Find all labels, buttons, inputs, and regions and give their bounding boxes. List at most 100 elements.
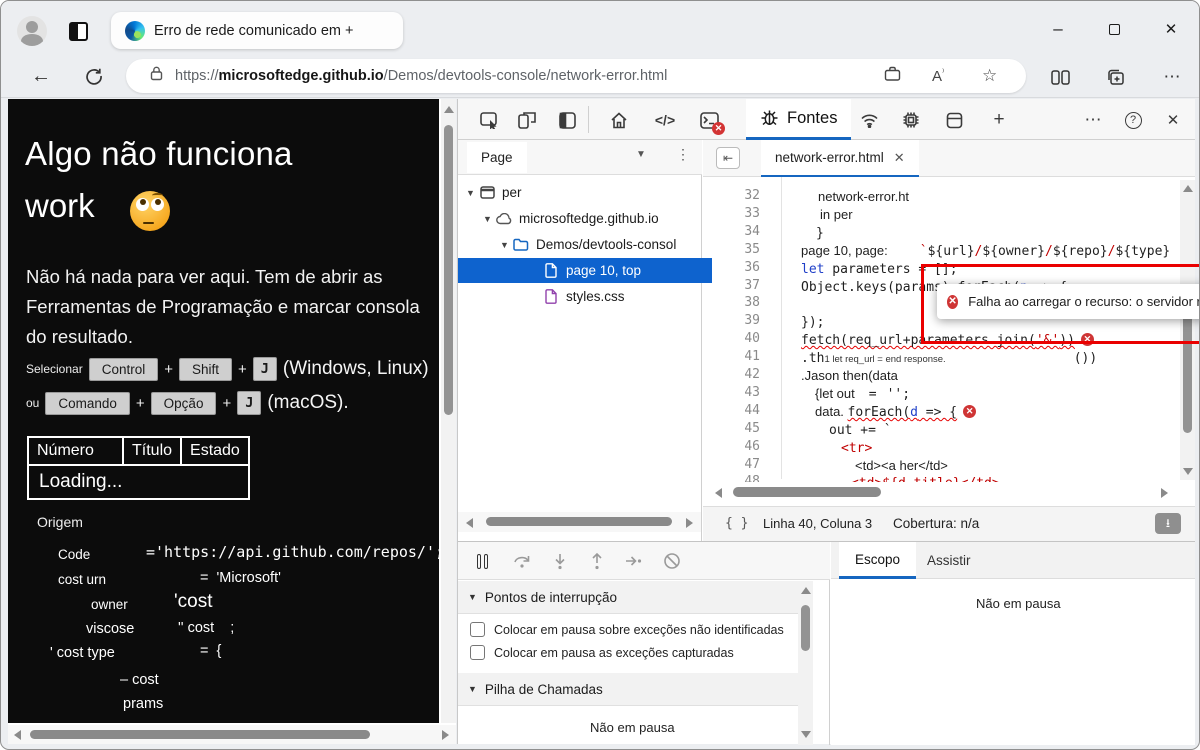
scroll-left-arrow[interactable] [715, 488, 722, 498]
help-icon[interactable]: ? [1120, 107, 1146, 133]
code-area[interactable]: 32 network-error.ht 33 in per 34} 35 page 10, … [703, 140, 1196, 541]
scroll-down-arrow[interactable] [1183, 468, 1193, 475]
home-icon[interactable] [606, 107, 632, 133]
editor-vscrollbar-thumb[interactable] [1183, 308, 1192, 433]
scroll-right-arrow[interactable] [686, 518, 693, 528]
code-line-35[interactable]: 35 page 10, page: `${url}/${owner}/${repo}… [703, 242, 1195, 260]
more-tabs-icon[interactable]: + [986, 107, 1012, 133]
tree-item-page-10-top[interactable]: page 10, top [458, 258, 712, 283]
tab-escopo[interactable]: Escopo [839, 542, 917, 579]
line-number[interactable]: 44 [703, 403, 760, 418]
code-line-42[interactable]: 42 .Jason then(data [703, 367, 1195, 385]
scroll-up-arrow[interactable] [801, 587, 811, 594]
step-over-icon[interactable] [510, 549, 534, 573]
elements-tab-icon[interactable]: </> [652, 107, 678, 133]
checkbox[interactable] [470, 622, 485, 637]
code-line-34[interactable]: 34} [703, 224, 1195, 242]
page-hscrollbar-thumb[interactable] [30, 730, 370, 739]
line-number[interactable]: 32 [703, 188, 760, 203]
expand-arrow-icon[interactable]: ▼ [500, 240, 512, 250]
code-line-41[interactable]: 41 .th1 let req_url = end response. ()) [703, 349, 1195, 367]
console-tab-icon[interactable]: ✕ [696, 107, 725, 135]
activity-bar-icon[interactable] [554, 107, 580, 133]
tab-assistir[interactable]: Assistir [911, 542, 987, 579]
browser-tab[interactable]: Erro de rede comunicado em + [111, 12, 403, 49]
page-horizontal-scrollbar[interactable] [8, 725, 456, 744]
split-screen-icon[interactable] [1047, 64, 1073, 90]
chevron-down-icon[interactable]: ▼ [636, 149, 646, 160]
profile-avatar[interactable] [17, 16, 47, 46]
back-button[interactable]: ← [28, 63, 54, 89]
page-dropdown[interactable]: Page [467, 142, 527, 173]
pretty-print-icon[interactable]: { } [725, 516, 748, 531]
download-button[interactable]: ⭳ [1155, 513, 1181, 534]
step-icon[interactable] [622, 549, 646, 573]
scroll-right-arrow[interactable] [442, 730, 449, 740]
url-bar[interactable]: https://microsoftedge.github.io/Demos/de… [126, 59, 1026, 93]
checkbox[interactable] [470, 645, 485, 660]
collections-icon[interactable] [1103, 64, 1129, 90]
maximize-button[interactable] [1099, 17, 1129, 41]
kebab-menu-icon[interactable]: ⋮ [676, 146, 690, 163]
scroll-up-arrow[interactable] [444, 106, 454, 113]
code-line-46[interactable]: 46 <tr> [703, 439, 1195, 457]
code-line-36[interactable]: 36 let parameters = []; [703, 260, 1195, 278]
expand-arrow-icon[interactable]: ▼ [466, 188, 478, 198]
scroll-up-arrow[interactable] [1183, 185, 1193, 192]
line-number[interactable]: 34 [703, 224, 760, 239]
line-number[interactable]: 46 [703, 439, 760, 454]
performance-tab-icon[interactable] [898, 107, 924, 133]
read-aloud-icon[interactable]: A⁾ [932, 67, 944, 85]
close-button[interactable]: ✕ [1156, 17, 1186, 41]
tree-item-microsoftedge-github-io[interactable]: ▼ microsoftedge.github.io [458, 206, 702, 231]
editor-vscrollbar[interactable] [1180, 180, 1195, 480]
navigator-hscrollbar-thumb[interactable] [486, 517, 672, 526]
deactivate-breakpoints-icon[interactable] [660, 549, 684, 573]
code-line-43[interactable]: 43 {let out = ''; [703, 385, 1195, 403]
code-line-44[interactable]: 44 data. forEach(d => {✕ [703, 403, 1195, 421]
step-into-icon[interactable] [548, 549, 572, 573]
step-out-icon[interactable] [585, 549, 609, 573]
line-number[interactable]: 43 [703, 385, 760, 400]
scroll-left-arrow[interactable] [14, 730, 21, 740]
code-line-45[interactable]: 45 out += ` [703, 421, 1195, 439]
refresh-button[interactable] [81, 63, 107, 89]
expand-arrow-icon[interactable]: ▼ [483, 214, 495, 224]
minimize-button[interactable]: – [1043, 17, 1073, 41]
page-scrollbar-thumb[interactable] [444, 125, 453, 415]
line-number[interactable]: 38 [703, 295, 760, 310]
favorites-star-icon[interactable]: ☆ [982, 66, 997, 86]
line-number[interactable]: 33 [703, 206, 760, 221]
tree-item-styles-css[interactable]: styles.css [458, 284, 702, 309]
code-line-47[interactable]: 47 <td><a her</td> [703, 457, 1195, 475]
line-number[interactable]: 47 [703, 457, 760, 472]
code-line-40[interactable]: 40 fetch(req_url+parameters.join('&')) ✕ [703, 331, 1195, 349]
line-number[interactable]: 42 [703, 367, 760, 382]
application-tab-icon[interactable] [941, 107, 967, 133]
devtools-more-icon[interactable]: ⋯ [1080, 107, 1106, 133]
line-number[interactable]: 40 [703, 331, 760, 346]
line-number[interactable]: 39 [703, 313, 760, 328]
more-menu-icon[interactable]: ⋯ [1159, 64, 1185, 90]
code-line-33[interactable]: 33 in per [703, 206, 1195, 224]
briefcase-icon[interactable] [884, 66, 901, 87]
tab-fontes[interactable]: Fontes [746, 99, 852, 140]
line-number[interactable]: 41 [703, 349, 760, 364]
callstack-section-header[interactable]: ▼ Pilha de Chamadas [458, 673, 813, 706]
tree-item-demos-devtools-consol[interactable]: ▼ Demos/devtools-consol [458, 232, 702, 257]
pause-icon[interactable] [470, 549, 494, 573]
workspaces-icon[interactable] [69, 22, 88, 41]
scroll-down-arrow[interactable] [801, 731, 811, 738]
network-tab-icon[interactable] [856, 107, 882, 133]
tree-item-per[interactable]: ▼ per [458, 180, 702, 205]
inspect-icon[interactable] [476, 107, 502, 133]
code-line-32[interactable]: 32 network-error.ht [703, 188, 1195, 206]
breakpoints-section-header[interactable]: ▼ Pontos de interrupção [458, 581, 813, 614]
line-number[interactable]: 45 [703, 421, 760, 436]
devtools-close-icon[interactable]: ✕ [1160, 107, 1186, 133]
line-number[interactable]: 35 [703, 242, 760, 257]
device-emulation-icon[interactable] [514, 107, 540, 133]
editor-hscrollbar[interactable] [703, 482, 1195, 504]
debugger-vscrollbar-thumb[interactable] [801, 605, 810, 651]
editor-hscrollbar-thumb[interactable] [733, 487, 881, 497]
